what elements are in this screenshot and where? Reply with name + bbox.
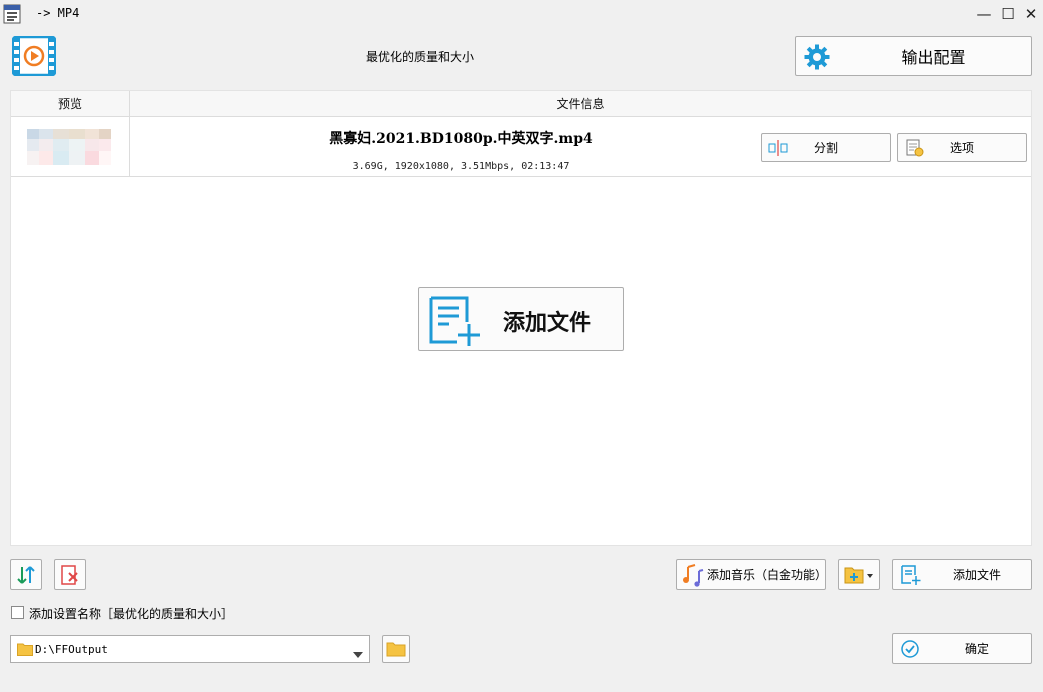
maximize-button[interactable]: ☐ bbox=[998, 4, 1018, 24]
title-bar: -> MP4 — ☐ ✕ bbox=[0, 0, 1043, 28]
output-path-dropdown[interactable]: D:\FFOutput bbox=[10, 635, 370, 663]
split-button[interactable]: 分割 bbox=[761, 133, 891, 162]
add-preset-name-checkbox[interactable] bbox=[11, 606, 24, 619]
add-preset-name-label: 添加设置名称［最优化的质量和大小］ bbox=[29, 607, 234, 621]
confirm-button[interactable]: 确定 bbox=[892, 633, 1032, 664]
remove-icon bbox=[61, 564, 78, 585]
chevron-down-icon bbox=[353, 647, 363, 658]
add-folder-button[interactable] bbox=[838, 559, 880, 590]
file-name: 黑寡妇.2021.BD1080p.中英双字.mp4 bbox=[329, 131, 593, 147]
split-icon bbox=[768, 140, 788, 156]
app-icon bbox=[3, 4, 21, 24]
confirm-label: 确定 bbox=[964, 642, 989, 656]
gear-icon bbox=[804, 44, 830, 70]
remove-button[interactable] bbox=[54, 559, 86, 590]
folder-icon bbox=[17, 643, 33, 656]
add-music-label: 添加音乐（白金功能） bbox=[707, 568, 828, 582]
add-file-small-icon bbox=[901, 565, 921, 585]
file-list-panel: 预览 文件信息 黑寡妇.2021.BD1080p.中英双字.mp4 3.69G,… bbox=[10, 90, 1032, 546]
add-file-label: 添加文件 bbox=[952, 568, 1001, 582]
column-header-file-info: 文件信息 bbox=[130, 91, 1031, 117]
add-file-center-button[interactable]: 添加文件 bbox=[418, 287, 624, 351]
options-label: 选项 bbox=[949, 141, 974, 155]
folder-open-icon bbox=[386, 642, 406, 657]
output-config-button[interactable]: 输出配置 bbox=[795, 36, 1032, 76]
sort-arrows-icon bbox=[17, 565, 35, 584]
split-label: 分割 bbox=[813, 141, 838, 155]
window-title: -> MP4 bbox=[36, 6, 80, 20]
add-folder-icon bbox=[844, 567, 873, 583]
column-header-preview: 预览 bbox=[11, 91, 130, 117]
file-info: 3.69G, 1920x1080, 3.51Mbps, 02:13:47 bbox=[352, 161, 570, 172]
output-config-label: 输出配置 bbox=[901, 48, 966, 67]
close-button[interactable]: ✕ bbox=[1021, 4, 1041, 24]
output-path-value: D:\FFOutput bbox=[35, 643, 108, 656]
check-circle-icon bbox=[901, 640, 919, 658]
add-file-icon bbox=[427, 294, 481, 346]
file-row[interactable]: 黑寡妇.2021.BD1080p.中英双字.mp4 3.69G, 1920x10… bbox=[11, 117, 1031, 177]
preset-name: 最优化的质量和大小 bbox=[365, 50, 474, 64]
options-button[interactable]: 选项 bbox=[897, 133, 1027, 162]
add-file-button[interactable]: 添加文件 bbox=[892, 559, 1032, 590]
minimize-button[interactable]: — bbox=[974, 4, 994, 24]
video-format-icon bbox=[11, 35, 57, 77]
browse-folder-button[interactable] bbox=[382, 635, 410, 663]
thumbnail-cell bbox=[11, 117, 130, 176]
sort-button[interactable] bbox=[10, 559, 42, 590]
options-icon bbox=[906, 139, 924, 157]
video-thumbnail bbox=[27, 129, 111, 165]
music-note-icon bbox=[681, 563, 705, 587]
add-file-center-label: 添加文件 bbox=[503, 311, 592, 336]
add-music-button[interactable]: 添加音乐（白金功能） bbox=[676, 559, 828, 590]
